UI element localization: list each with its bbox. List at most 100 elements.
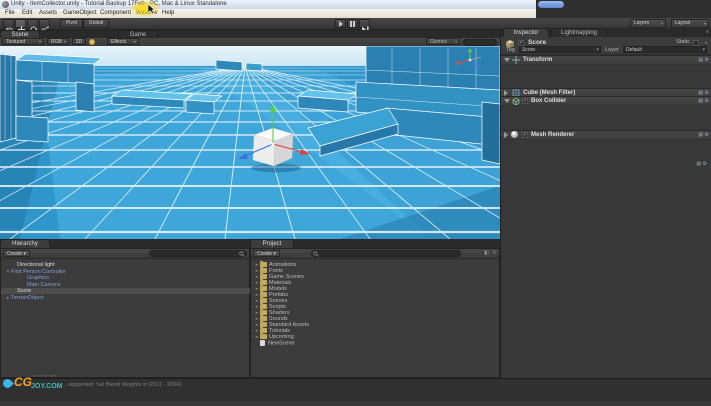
hierarchy-item-score[interactable]: Score xyxy=(1,288,265,294)
hierarchy-tab-label: Hierarchy xyxy=(12,241,38,247)
component-title: Mesh Renderer xyxy=(531,132,575,138)
tab-game[interactable]: Game xyxy=(118,30,158,38)
pause-icon xyxy=(350,21,355,27)
unity-logo-icon xyxy=(2,1,9,8)
tab-hierarchy[interactable]: Hierarchy xyxy=(0,239,50,248)
search-icon xyxy=(239,251,245,257)
watermark-cn-text: ▪▪▪▪▪▪ ▪▪▪ xyxy=(33,373,57,378)
hierarchy-item-main-camera[interactable]: Main Camera xyxy=(1,282,275,288)
tag-label: Tag xyxy=(506,47,515,53)
gameobject-name[interactable]: Score xyxy=(528,39,546,46)
component-enabled-checkbox[interactable]: ✓ xyxy=(522,132,528,138)
render-mode-dropdown[interactable]: Textured ▾ xyxy=(2,38,44,45)
create-label: Create xyxy=(257,251,273,257)
hierarchy-item-graphics[interactable]: Graphics xyxy=(1,275,275,281)
box-collider-icon xyxy=(512,97,520,105)
component-title: Transform xyxy=(523,57,553,63)
menu-edit[interactable]: Edit xyxy=(22,10,32,16)
layers-dropdown[interactable]: Layers ▾ xyxy=(630,19,666,28)
hierarchy-create-button[interactable]: Create ▾ xyxy=(3,250,30,257)
hierarchy-item-terrainobject[interactable]: ►TerrainObject xyxy=(1,295,253,301)
hand-tool-button[interactable] xyxy=(3,19,14,33)
tag-dropdown[interactable]: Score ▾ xyxy=(519,46,601,53)
pause-button[interactable] xyxy=(347,19,358,28)
tab-inspector[interactable]: Inspector xyxy=(503,28,549,37)
2d-toggle[interactable]: 2D xyxy=(72,38,86,45)
project-create-button[interactable]: Create ▾ xyxy=(253,250,280,257)
help-and-gear-icons[interactable]: ▤ ⚙ xyxy=(698,57,709,63)
hierarchy-list: Directional light ▼First Person Controll… xyxy=(1,259,265,378)
folder-icon xyxy=(260,333,267,340)
static-label: Static xyxy=(676,39,690,45)
item-label: Score xyxy=(17,288,32,294)
hierarchy-search-input[interactable] xyxy=(149,250,247,257)
project-list: ► Animations ► Fonts ► Game Scenes ► Materia… xyxy=(251,259,499,378)
tab-scene[interactable]: Scene xyxy=(0,30,40,38)
help-and-gear-icons[interactable]: ▤ ⚙ xyxy=(698,98,709,104)
lightmapping-tab-label: Lightmapping xyxy=(560,30,598,36)
foldout-icon[interactable] xyxy=(504,99,510,103)
gizmos-dropdown[interactable]: Gizmos ▾ xyxy=(426,38,460,45)
help-and-gear-icons[interactable]: ▤ ⚙ xyxy=(698,132,709,138)
menu-assets[interactable]: Assets xyxy=(39,10,57,16)
tab-project[interactable]: Project xyxy=(250,239,294,248)
lighting-toggle-icon[interactable] xyxy=(89,39,95,45)
status-message: ...supported. Set Blend Weights in (2011… xyxy=(64,382,182,388)
effects-dropdown[interactable]: Effects ▾ xyxy=(107,38,139,45)
foldout-icon[interactable] xyxy=(504,132,508,138)
global-toggle-button[interactable]: Global xyxy=(83,19,109,28)
hierarchy-item-directional-light[interactable]: Directional light xyxy=(1,262,265,268)
layer-dropdown[interactable]: Default ▾ xyxy=(623,46,707,53)
item-label: TerrainObject xyxy=(11,294,44,301)
menu-component[interactable]: Component xyxy=(100,10,131,16)
chevron-down-icon: ▾ xyxy=(454,39,457,44)
project-tab-label: Project xyxy=(262,241,282,247)
scene-file-row[interactable]: NewScene xyxy=(251,340,507,346)
mouse-cursor xyxy=(148,4,156,15)
play-button[interactable] xyxy=(335,19,346,28)
hierarchy-item-first-person-controller[interactable]: ▼First Person Controller xyxy=(1,269,253,275)
move-tool-button[interactable] xyxy=(15,19,26,33)
menu-help[interactable]: Help xyxy=(162,10,174,16)
watermark-cg: CG xyxy=(14,375,32,389)
search-by-label-icon[interactable]: ≡ xyxy=(493,250,496,256)
mesh-renderer-component-header[interactable]: ✓ Mesh Renderer ▤ ⚙ xyxy=(501,130,711,140)
project-panel: Create ▾ ◧ ≡ ► Animations ► Fonts ► Game Sc… xyxy=(250,248,500,378)
scale-tool-button[interactable] xyxy=(39,19,50,33)
panel-menu-icon[interactable]: ≡ xyxy=(706,29,709,35)
static-dropdown-icon[interactable]: ▾ xyxy=(705,40,707,45)
transform-component-header[interactable]: Transform ▤ ⚙ xyxy=(501,55,711,65)
search-by-type-icon[interactable]: ◧ xyxy=(484,250,489,256)
step-button[interactable] xyxy=(359,19,370,33)
scene-file-label: NewScene xyxy=(268,340,295,347)
rotate-tool-button[interactable] xyxy=(27,19,38,33)
item-label: Directional light xyxy=(17,262,55,268)
layout-dropdown[interactable]: Layout ▾ xyxy=(671,19,709,28)
component-enabled-checkbox[interactable]: ✓ xyxy=(522,98,528,104)
inspector-header: ✓ Score Static ▾ Tag Score ▾ Layer Defaul… xyxy=(501,37,711,55)
project-search-input[interactable] xyxy=(311,250,461,257)
box-collider-component-header[interactable]: ✓ Box Collider ▤ ⚙ xyxy=(501,96,711,106)
help-and-gear-icons[interactable]: ▤ ⚙ xyxy=(696,161,707,167)
menu-file[interactable]: File xyxy=(5,10,15,16)
effects-label: Effects xyxy=(111,39,127,45)
project-toolbar: Create ▾ ◧ ≡ xyxy=(251,249,499,259)
chevron-down-icon: ▾ xyxy=(703,21,706,26)
component-title: Box Collider xyxy=(531,98,567,104)
foldout-icon[interactable] xyxy=(504,58,510,62)
scene-viewport[interactable] xyxy=(0,46,500,239)
hierarchy-tab-strip: Hierarchy xyxy=(0,239,250,248)
scene-search-input[interactable] xyxy=(463,39,497,46)
hierarchy-toolbar: Create ▾ xyxy=(1,249,249,259)
tab-lightmapping[interactable]: Lightmapping xyxy=(551,28,607,37)
menu-gameobject[interactable]: GameObject xyxy=(63,10,97,16)
rgb-dropdown[interactable]: RGB ▾ xyxy=(47,38,69,45)
status-bar: ...supported. Set Blend Weights in (2011… xyxy=(0,378,711,401)
hierarchy-panel: Create ▾ Directional light ▼First Person… xyxy=(0,248,265,378)
chevron-down-icon: ▾ xyxy=(660,21,663,26)
search-icon xyxy=(313,251,319,257)
pivot-toggle-button[interactable]: Pivot xyxy=(60,19,83,28)
layers-label: Layers xyxy=(634,20,650,26)
inspector-panel: Inspector Lightmapping ≡ ✓ Score Static … xyxy=(500,28,711,378)
title-bar: Unity - ItemCollector.unity - Tutorial B… xyxy=(0,0,711,9)
